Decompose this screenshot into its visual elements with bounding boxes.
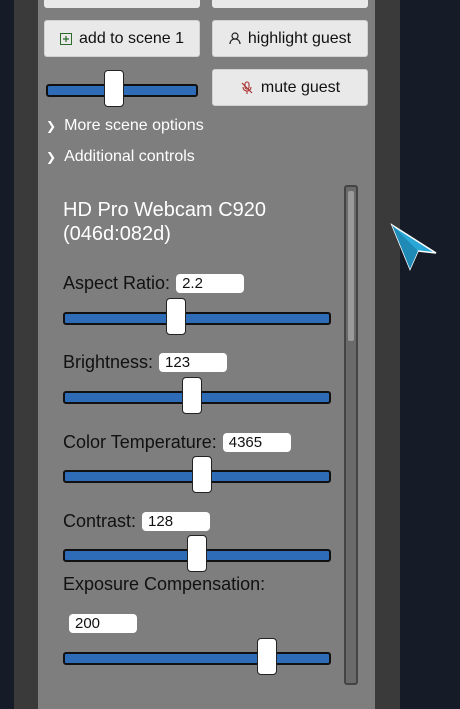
more-scene-options-toggle[interactable]: ❯ More scene options — [46, 117, 204, 135]
contrast-slider[interactable] — [63, 535, 331, 572]
aspect-ratio-slider-track — [63, 311, 331, 325]
aspect-ratio-slider-thumb[interactable] — [165, 298, 186, 335]
contrast-input[interactable]: 128 — [142, 512, 211, 531]
exposure-compensation-slider-track — [63, 651, 331, 665]
brightness-input[interactable]: 123 — [159, 353, 228, 372]
volume-slider-thumb[interactable] — [104, 70, 125, 107]
exposure-compensation-slider-thumb[interactable] — [256, 638, 277, 675]
add-to-scene-button[interactable]: add to scene 1 — [44, 20, 200, 57]
mute-guest-button[interactable]: mute guest — [212, 69, 368, 106]
volume-slider[interactable] — [46, 70, 198, 107]
chevron-right-icon: ❯ — [46, 119, 57, 133]
chevron-right-icon: ❯ — [46, 150, 57, 164]
mute-guest-label: mute guest — [260, 78, 341, 96]
color-temperature-slider-thumb[interactable] — [192, 456, 213, 493]
exposure-compensation-slider[interactable] — [63, 638, 331, 675]
aspect-ratio-slider[interactable] — [63, 298, 331, 335]
highlight-guest-button[interactable]: highlight guest — [212, 20, 368, 57]
more-scene-options-label: More scene options — [64, 117, 204, 134]
exposure-compensation-text: Exposure Compensation: — [63, 574, 266, 594]
workspace-background — [400, 0, 460, 709]
contrast-label: Contrast: 128 — [63, 511, 211, 532]
aspect-ratio-input[interactable]: 2.2 — [176, 274, 245, 293]
partial-button-left[interactable] — [44, 0, 200, 8]
partial-button-right[interactable] — [212, 0, 368, 8]
controls-scrollbar[interactable] — [344, 185, 358, 685]
color-temperature-label: Color Temperature: 4365 — [63, 432, 291, 453]
device-title: HD Pro Webcam C920 (046d:082d) — [63, 199, 267, 245]
brightness-slider[interactable] — [63, 377, 331, 414]
additional-controls-toggle[interactable]: ❯ Additional controls — [46, 148, 195, 166]
brightness-text: Brightness: — [63, 352, 154, 372]
person-icon — [229, 32, 241, 45]
color-temperature-text: Color Temperature: — [63, 432, 217, 452]
aspect-ratio-label: Aspect Ratio: 2.2 — [63, 273, 245, 294]
exposure-compensation-label: Exposure Compensation: — [63, 574, 265, 595]
controls-scrollbar-thumb[interactable] — [348, 191, 354, 341]
mic-off-icon — [240, 80, 254, 95]
pointer-cursor-icon — [390, 223, 438, 276]
contrast-slider-thumb[interactable] — [187, 535, 207, 572]
aspect-ratio-text: Aspect Ratio: — [63, 273, 171, 293]
contrast-text: Contrast: — [63, 511, 137, 531]
exposure-compensation-input[interactable]: 200 — [69, 614, 137, 633]
brightness-label: Brightness: 123 — [63, 352, 228, 373]
highlight-guest-label: highlight guest — [247, 29, 352, 47]
color-temperature-input[interactable]: 4365 — [222, 433, 291, 452]
left-edge — [0, 0, 14, 709]
add-to-scene-label: add to scene 1 — [79, 29, 184, 47]
brightness-slider-thumb[interactable] — [181, 377, 202, 414]
additional-controls-label: Additional controls — [64, 148, 195, 165]
color-temperature-slider[interactable] — [63, 456, 331, 493]
plus-square-icon — [60, 32, 73, 45]
